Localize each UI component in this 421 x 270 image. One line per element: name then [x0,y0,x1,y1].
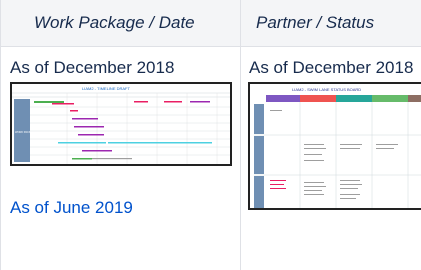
timeline-thumb-title: LIAM2 - TIMELINE DRAFT [82,86,130,91]
column-divider [240,0,241,270]
status-board-image: LIAM2 - SWIM LANE STATUS BOARD [254,87,421,208]
table-left-border [0,0,1,270]
status-board-thumb-title: LIAM2 - SWIM LANE STATUS BOARD [292,87,361,92]
header-partner-status: Partner / Status [256,13,375,32]
timeline-caption: As of December 2018 [10,58,175,77]
content-table: Work Package / Date Partner / Status As … [0,0,421,270]
header-work-package-date: Work Package / Date [34,13,195,32]
status-board-caption: As of December 2018 [249,58,414,77]
timeline-group-label: WORK PACKAGES [15,130,38,134]
june-2019-link[interactable]: As of June 2019 [10,198,133,218]
timeline-thumbnail[interactable]: LIAM2 - TIMELINE DRAFT WORK PACKAGES [10,82,232,166]
timeline-chart-image: LIAM2 - TIMELINE DRAFT WORK PACKAGES [12,86,230,164]
status-board-thumbnail[interactable]: LIAM2 - SWIM LANE STATUS BOARD [248,82,421,210]
